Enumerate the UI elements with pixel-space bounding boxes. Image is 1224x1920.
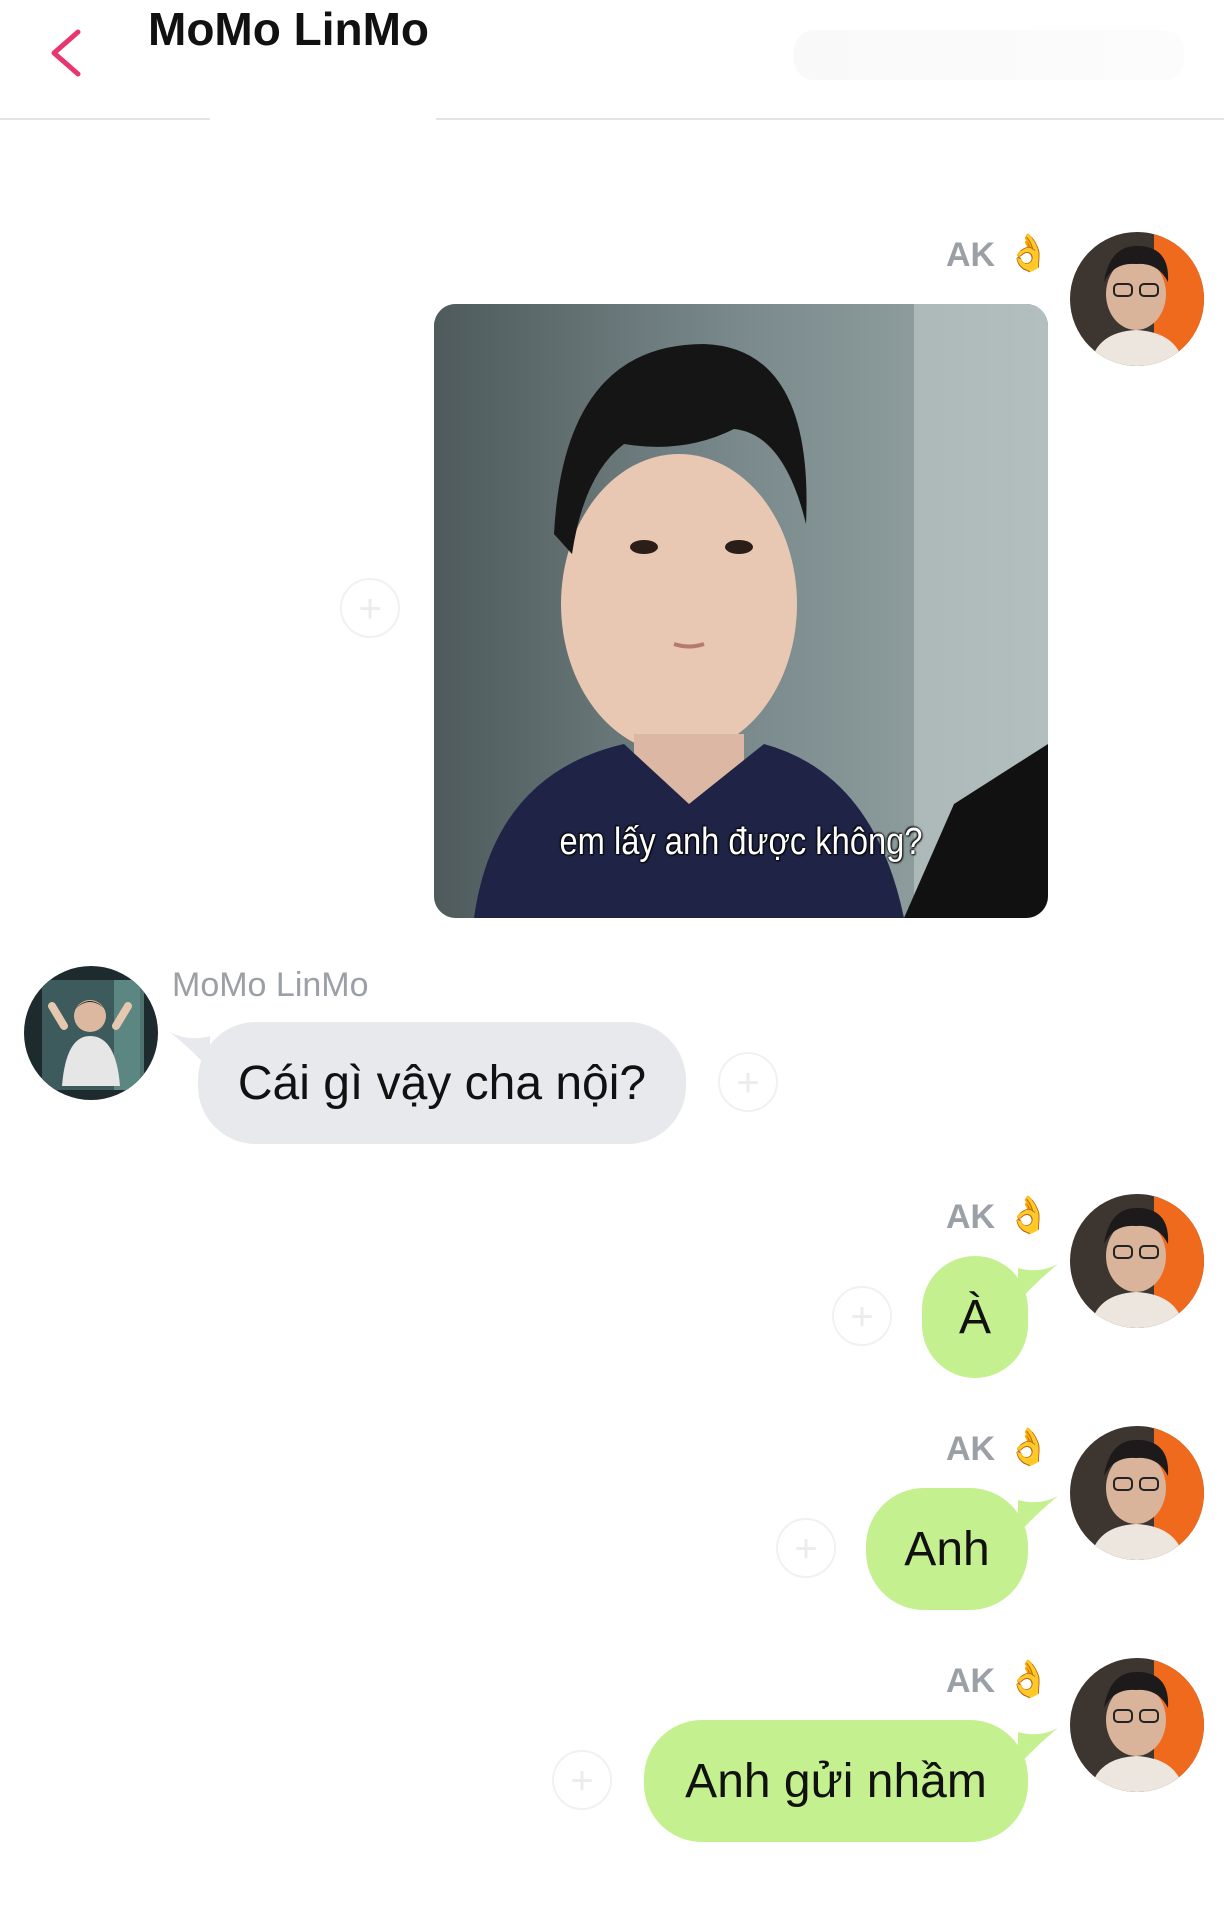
message-bubble-outgoing[interactable]: À <box>922 1256 1028 1378</box>
header-actions-faded <box>794 30 1184 80</box>
chat-title: MoMo LinMo <box>148 3 430 55</box>
avatar-momo-linmo[interactable] <box>24 966 158 1100</box>
chat-header: MoMo LinMo <box>0 0 1224 120</box>
message-image[interactable]: em lấy anh được không? <box>434 304 1048 918</box>
bubble-tail <box>1018 1496 1058 1534</box>
message-bubble-outgoing[interactable]: Anh gửi nhầm <box>644 1720 1028 1842</box>
react-button[interactable]: + <box>776 1518 836 1578</box>
image-caption: em lấy anh được không? <box>559 821 923 863</box>
ok-hand-icon: 👌 <box>1006 232 1051 273</box>
ok-hand-icon: 👌 <box>1006 1194 1051 1235</box>
chevron-left-icon[interactable] <box>44 28 88 78</box>
react-button[interactable]: + <box>832 1286 892 1346</box>
message-bubble-incoming[interactable]: Cái gì vậy cha nội? <box>198 1022 686 1144</box>
sender-name: AK <box>946 1198 996 1236</box>
avatar-ak[interactable] <box>1070 1426 1204 1560</box>
bubble-tail <box>1018 1264 1058 1302</box>
sender-name: AK <box>946 1430 996 1468</box>
react-button[interactable]: + <box>552 1750 612 1810</box>
ok-hand-icon: 👌 <box>1006 1658 1051 1699</box>
avatar-ak[interactable] <box>1070 1194 1204 1328</box>
header-divider-gap <box>210 110 436 120</box>
react-button[interactable]: + <box>340 578 400 638</box>
sender-name: AK <box>946 236 996 274</box>
avatar-ak[interactable] <box>1070 232 1204 366</box>
ok-hand-icon: 👌 <box>1006 1426 1051 1467</box>
bubble-tail <box>1018 1728 1058 1766</box>
message-bubble-outgoing[interactable]: Anh <box>866 1488 1028 1610</box>
react-button[interactable]: + <box>718 1052 778 1112</box>
avatar-ak[interactable] <box>1070 1658 1204 1792</box>
sender-name: AK <box>946 1662 996 1700</box>
sender-name: MoMo LinMo <box>172 966 369 1004</box>
